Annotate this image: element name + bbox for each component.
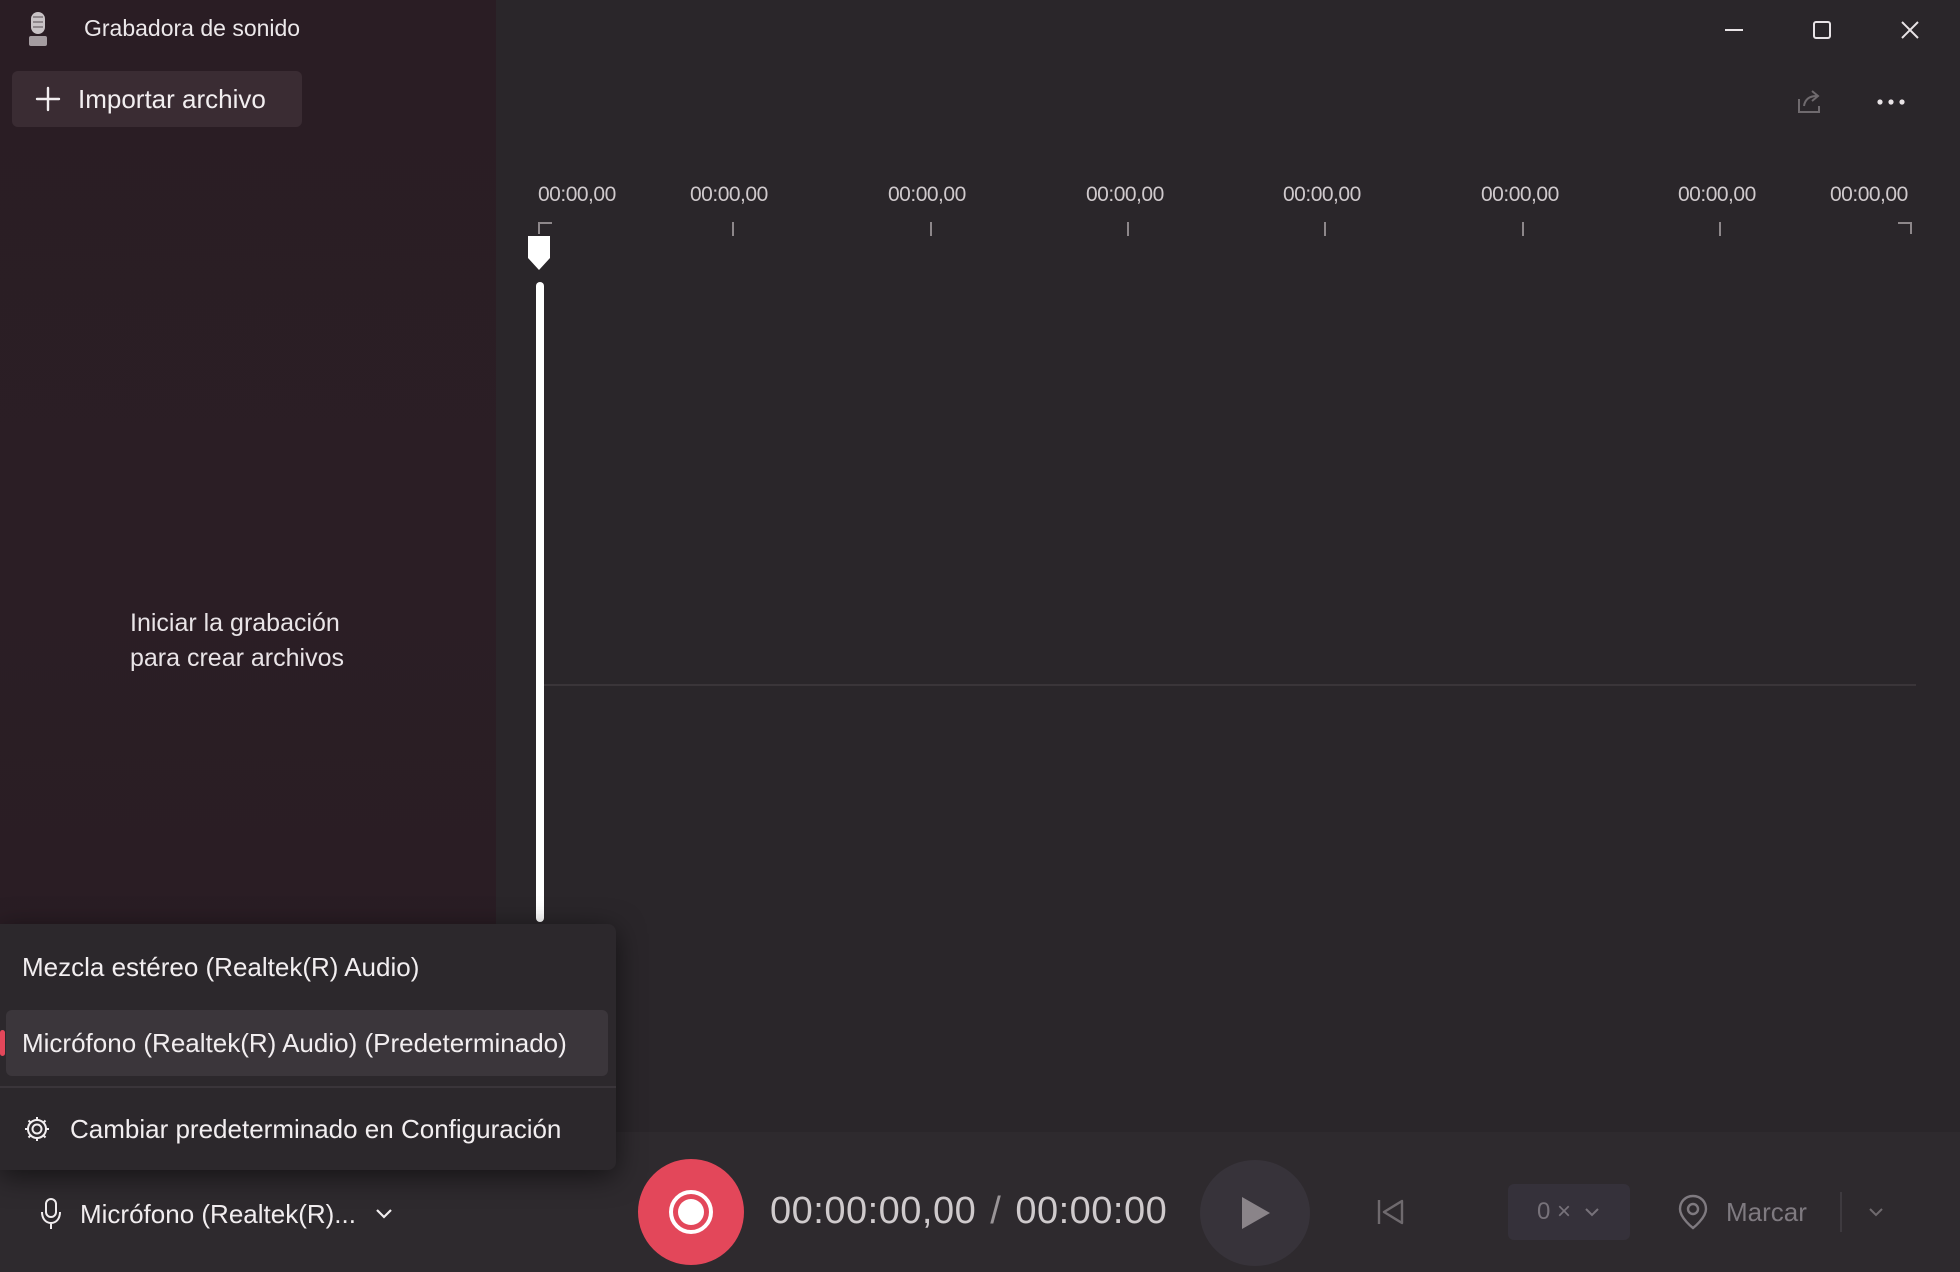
empty-state-message: Iniciar la grabación para crear archivos bbox=[130, 606, 370, 676]
location-pin-icon bbox=[1678, 1194, 1708, 1230]
time-display: 00:00:00,00 / 00:00:00 bbox=[770, 1190, 1167, 1233]
tick-label: 00:00,00 bbox=[690, 183, 768, 206]
record-dot bbox=[678, 1199, 704, 1225]
playhead-line bbox=[536, 282, 544, 922]
import-file-label: Importar archivo bbox=[78, 83, 266, 114]
playhead-handle[interactable] bbox=[525, 234, 553, 272]
play-button[interactable] bbox=[1200, 1160, 1310, 1266]
timeline-tick bbox=[1719, 222, 1721, 236]
plus-icon bbox=[35, 86, 61, 112]
microphone-selector[interactable]: Micrófono (Realtek(R)... bbox=[40, 1194, 394, 1234]
chevron-down-icon bbox=[376, 1209, 392, 1219]
menu-item-label: Micrófono (Realtek(R) Audio) (Predetermi… bbox=[22, 1027, 567, 1058]
timeline-tick bbox=[1522, 222, 1524, 236]
chevron-down-icon bbox=[1869, 1208, 1883, 1217]
record-icon bbox=[669, 1190, 713, 1234]
menu-item-label: Mezcla estéreo (Realtek(R) Audio) bbox=[22, 951, 420, 982]
menu-item-microphone[interactable]: Micrófono (Realtek(R) Audio) (Predetermi… bbox=[0, 1010, 608, 1076]
selected-indicator bbox=[0, 1030, 5, 1056]
total-time: 00:00:00 bbox=[1015, 1190, 1168, 1232]
timeline-start-bracket bbox=[538, 222, 552, 234]
time-separator: / bbox=[990, 1190, 1002, 1232]
timeline[interactable]: 00:00,00 00:00,00 00:00,00 00:00,00 00:0… bbox=[496, 0, 1960, 1140]
empty-state-line-2: para crear archivos bbox=[130, 644, 344, 672]
skip-to-start-button[interactable] bbox=[1368, 1188, 1412, 1236]
record-button[interactable] bbox=[638, 1159, 744, 1265]
tick-label: 00:00,00 bbox=[1830, 183, 1908, 206]
menu-separator bbox=[0, 1086, 616, 1088]
marker-options-button[interactable] bbox=[1858, 1190, 1894, 1234]
gear-icon bbox=[25, 1117, 49, 1141]
add-marker-button[interactable]: Marcar bbox=[1676, 1184, 1807, 1240]
microphone-icon bbox=[41, 1198, 61, 1229]
input-device-menu: Mezcla estéreo (Realtek(R) Audio) Micróf… bbox=[0, 924, 616, 1170]
timeline-tick bbox=[1127, 222, 1129, 236]
waveform-baseline bbox=[544, 684, 1916, 686]
main-area: 00:00,00 00:00,00 00:00,00 00:00,00 00:0… bbox=[496, 0, 1960, 1272]
microphone-selector-label: Micrófono (Realtek(R)... bbox=[80, 1198, 356, 1229]
tick-label: 00:00,00 bbox=[888, 183, 966, 206]
menu-item-change-default-settings[interactable]: Cambiar predeterminado en Configuración bbox=[6, 1096, 608, 1162]
app-title: Grabadora de sonido bbox=[84, 15, 301, 41]
tick-label: 00:00,00 bbox=[1283, 183, 1361, 206]
tick-label: 00:00,00 bbox=[1481, 183, 1559, 206]
play-icon bbox=[1242, 1197, 1270, 1229]
microphone-app-icon bbox=[29, 12, 47, 46]
playback-speed-button[interactable]: 0 × bbox=[1508, 1184, 1630, 1240]
timeline-tick bbox=[930, 222, 932, 236]
import-file-button[interactable]: Importar archivo bbox=[12, 71, 302, 127]
sound-recorder-window: Grabadora de sonido Importar archivo Ini… bbox=[0, 0, 1960, 1272]
timeline-tick bbox=[1324, 222, 1326, 236]
timeline-tick bbox=[732, 222, 734, 236]
current-time: 00:00:00,00 bbox=[770, 1190, 977, 1232]
tick-label: 00:00,00 bbox=[1678, 183, 1756, 206]
chevron-down-icon bbox=[1585, 1208, 1599, 1217]
timeline-end-bracket bbox=[1898, 222, 1912, 234]
empty-state-line-1: Iniciar la grabación bbox=[130, 609, 340, 637]
divider bbox=[1840, 1192, 1842, 1232]
menu-item-label: Cambiar predeterminado en Configuración bbox=[70, 1113, 562, 1144]
add-marker-label: Marcar bbox=[1726, 1196, 1807, 1227]
tick-label: 00:00,00 bbox=[1086, 183, 1164, 206]
tick-label: 00:00,00 bbox=[538, 183, 616, 206]
playback-speed-label: 0 × bbox=[1536, 1198, 1572, 1225]
menu-item-stereo-mix[interactable]: Mezcla estéreo (Realtek(R) Audio) bbox=[6, 934, 608, 1000]
skip-back-icon bbox=[1377, 1199, 1404, 1225]
